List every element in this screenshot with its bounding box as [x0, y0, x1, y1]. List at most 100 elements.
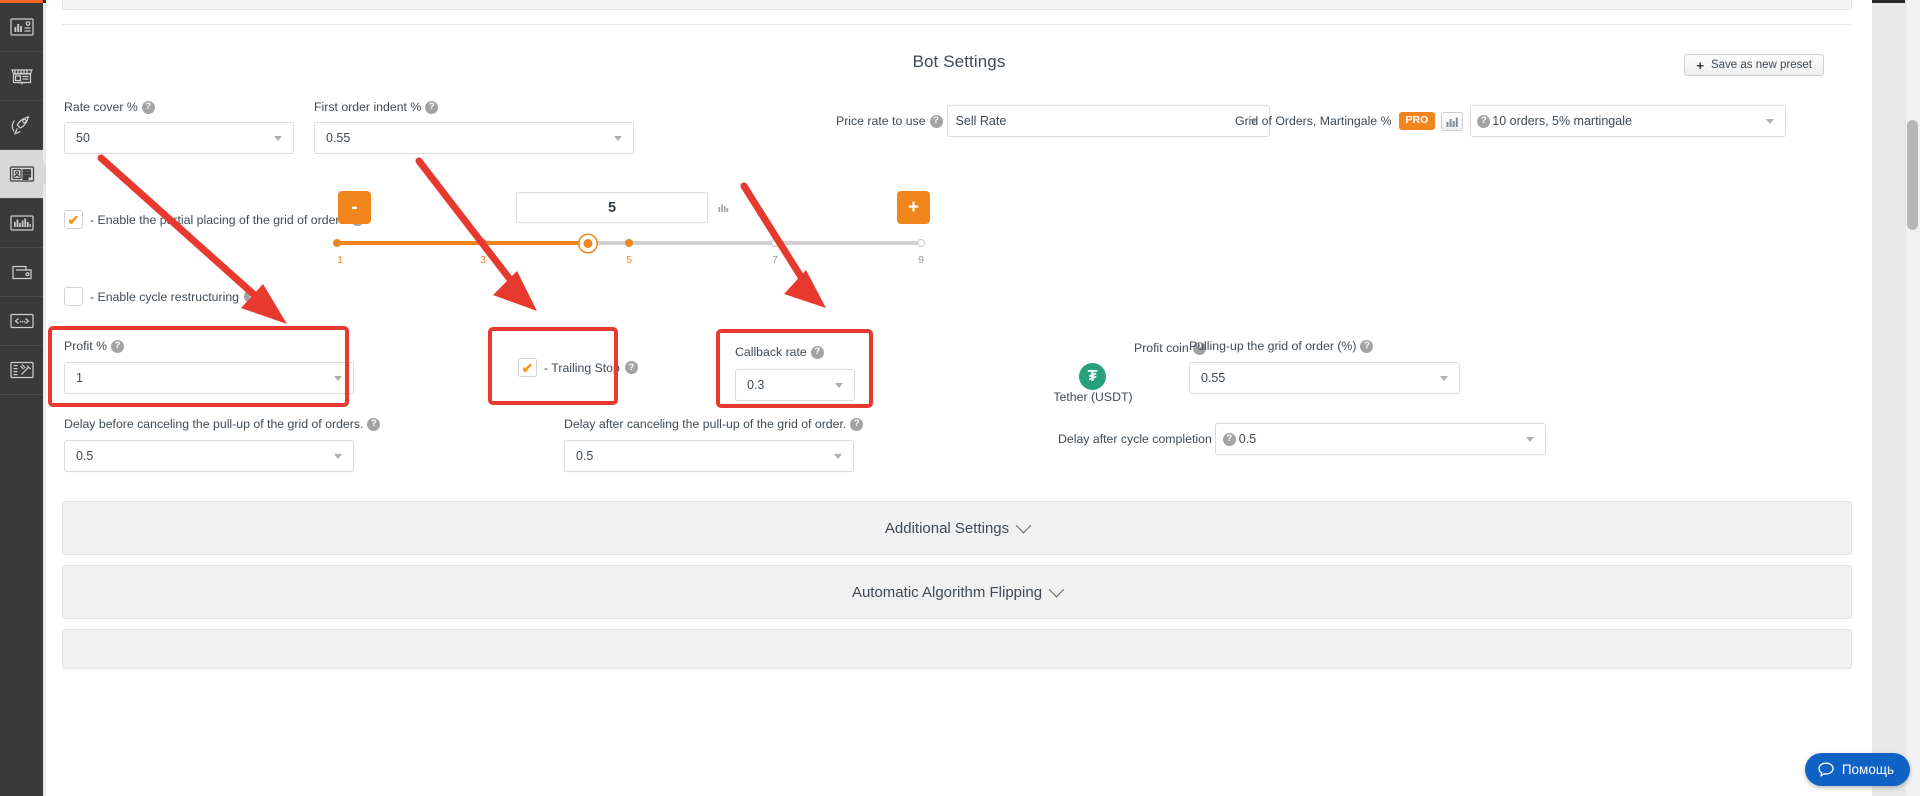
delay-after-cancel-field: Delay after canceling the pull-up of the…	[564, 415, 864, 472]
delay-before-cancel-select[interactable]: 0.5	[64, 440, 354, 472]
help-icon[interactable]: ?	[929, 114, 943, 128]
grid-orders-value-input[interactable]: 5	[516, 192, 708, 223]
help-icon[interactable]: ?	[1222, 432, 1236, 446]
chart-report-icon	[9, 18, 34, 36]
decrement-grid-orders-button[interactable]: -	[338, 191, 371, 224]
trailing-stop-label: - Trailing Stop ?	[544, 361, 638, 375]
delay-after-cancel-select[interactable]: 0.5	[564, 440, 854, 472]
slider-tick-1[interactable]	[333, 239, 341, 247]
help-icon[interactable]: ?	[425, 100, 439, 114]
delay-after-cycle-field: Delay after cycle completion ? 0.5	[1058, 423, 1546, 455]
sidebar-item-wallet[interactable]	[0, 248, 43, 297]
price-rate-select[interactable]: Sell Rate	[946, 105, 1270, 137]
trailing-stop-checkbox[interactable]: ✔	[518, 358, 537, 377]
slider-tick-3[interactable]	[479, 239, 487, 247]
delay-after-cycle-label: Delay after cycle completion	[1058, 432, 1212, 446]
slider-label-7: 7	[772, 254, 778, 266]
sidebar-item-marketplace[interactable]	[0, 52, 43, 101]
help-icon[interactable]: ?	[1360, 339, 1374, 353]
rocket-icon	[11, 115, 30, 135]
grid-orders-slider[interactable]: 1 3 5 7 9	[333, 235, 925, 273]
trailing-stop-row[interactable]: ✔ - Trailing Stop ?	[518, 358, 638, 377]
callback-rate-label: Callback rate ?	[735, 345, 824, 359]
slider-label-5: 5	[626, 254, 632, 266]
slider-tick-5[interactable]	[625, 239, 633, 247]
list-tools-icon	[9, 361, 34, 379]
app-root: Bot Settings + Save as new preset Rate c…	[0, 0, 1920, 796]
help-icon[interactable]: ?	[1477, 114, 1491, 128]
grid-orders-value: 5	[607, 199, 617, 216]
pulling-up-grid-label: Pulling-up the grid of order (%) ?	[1189, 339, 1374, 353]
horizontal-rule	[62, 24, 1852, 25]
rate-cover-field: Rate cover % ? 50	[64, 98, 294, 154]
slider-tick-9[interactable]	[917, 239, 925, 247]
bar-chart-icon	[1446, 117, 1458, 127]
price-rate-label: Price rate to use ?	[836, 114, 943, 128]
profit-pct-label: Profit % ?	[64, 339, 125, 353]
enable-partial-placing-row[interactable]: ✔ - Enable the partial placing of the gr…	[64, 210, 364, 229]
slider-knob[interactable]	[579, 235, 597, 252]
enable-cycle-restructuring-checkbox[interactable]	[64, 287, 83, 306]
sidebar-item-statistics[interactable]	[0, 199, 43, 248]
sidebar-item-launch[interactable]	[0, 101, 43, 150]
chevron-down-icon	[1015, 517, 1032, 533]
accordion-additional-settings[interactable]: Additional Settings	[62, 501, 1852, 555]
delay-after-cycle-select[interactable]: ? 0.5	[1214, 423, 1546, 455]
first-order-indent-label: First order indent % ?	[314, 100, 439, 114]
grid-martingale-value: 10 orders, 5% martingale	[1492, 114, 1632, 128]
save-as-new-preset-button[interactable]: + Save as new preset	[1684, 54, 1824, 76]
left-sidebar	[0, 0, 52, 796]
enable-partial-placing-label: - Enable the partial placing of the grid…	[90, 213, 364, 227]
help-icon[interactable]: ?	[624, 361, 638, 374]
grid-martingale-chart-icon[interactable]	[1441, 111, 1464, 131]
increment-grid-orders-button[interactable]: +	[897, 191, 930, 224]
callback-rate-select[interactable]: 0.3	[735, 369, 855, 401]
delay-after-cycle-value: 0.5	[1238, 432, 1257, 446]
pulling-up-grid-select[interactable]: 0.55	[1189, 362, 1460, 394]
check-icon: ✔	[67, 211, 80, 228]
id-card-icon	[9, 166, 34, 182]
settings-card: Bot Settings + Save as new preset Rate c…	[46, 0, 1872, 796]
vertical-scrollbar[interactable]	[1905, 0, 1920, 796]
help-icon[interactable]: ?	[244, 290, 257, 303]
rate-cover-select[interactable]: 50	[64, 122, 294, 154]
first-order-indent-field: First order indent % ? 0.55	[314, 98, 634, 154]
help-icon[interactable]: ?	[111, 339, 125, 353]
accordion-label: Automatic Algorithm Flipping	[851, 583, 1043, 601]
storefront-icon	[10, 69, 33, 85]
grid-martingale-label: Grid of Orders, Martingale %	[1235, 114, 1392, 128]
help-chat-button[interactable]: Помощь	[1804, 753, 1910, 786]
delay-before-cancel-label: Delay before canceling the pull-up of th…	[64, 417, 381, 431]
enable-cycle-restructuring-label: - Enable cycle restructuring ?	[90, 290, 257, 304]
sidebar-item-tools[interactable]	[0, 346, 43, 395]
enable-cycle-restructuring-row[interactable]: - Enable cycle restructuring ?	[64, 287, 257, 306]
pro-badge: PRO	[1398, 112, 1436, 130]
sidebar-item-bots[interactable]	[0, 150, 52, 199]
help-icon[interactable]: ?	[850, 417, 864, 431]
slider-label-3: 3	[480, 254, 486, 266]
scrollbar-thumb[interactable]	[1907, 120, 1918, 230]
enable-partial-placing-checkbox[interactable]: ✔	[64, 210, 83, 229]
accordion-automatic-algorithm-flipping[interactable]: Automatic Algorithm Flipping	[62, 565, 1852, 619]
sidebar-item-dashboard[interactable]	[0, 3, 43, 52]
slider-tick-7[interactable]	[771, 239, 779, 247]
help-icon[interactable]: ?	[141, 100, 155, 114]
accordion-third-partial[interactable]	[62, 629, 1852, 669]
bar-chart-icon	[9, 215, 34, 231]
help-icon[interactable]: ?	[810, 345, 824, 359]
first-order-indent-select[interactable]: 0.55	[314, 122, 634, 154]
check-icon: ✔	[521, 359, 534, 376]
annotation-arrow-profit	[97, 154, 287, 324]
delay-after-cancel-value: 0.5	[576, 449, 594, 463]
page-title: Bot Settings	[912, 52, 1006, 71]
mini-bar-chart-icon[interactable]	[718, 200, 730, 218]
top-panel-stub	[62, 0, 1852, 10]
profit-pct-select[interactable]: 1	[64, 362, 354, 394]
delay-before-cancel-field: Delay before canceling the pull-up of th…	[64, 415, 381, 472]
price-rate-value: Sell Rate	[955, 114, 1007, 128]
grid-martingale-select[interactable]: ? 10 orders, 5% martingale	[1470, 105, 1787, 137]
help-icon[interactable]: ?	[367, 417, 381, 431]
wallet-icon	[11, 265, 32, 280]
help-chat-label: Помощь	[1841, 762, 1894, 777]
sidebar-item-api[interactable]	[0, 297, 43, 346]
